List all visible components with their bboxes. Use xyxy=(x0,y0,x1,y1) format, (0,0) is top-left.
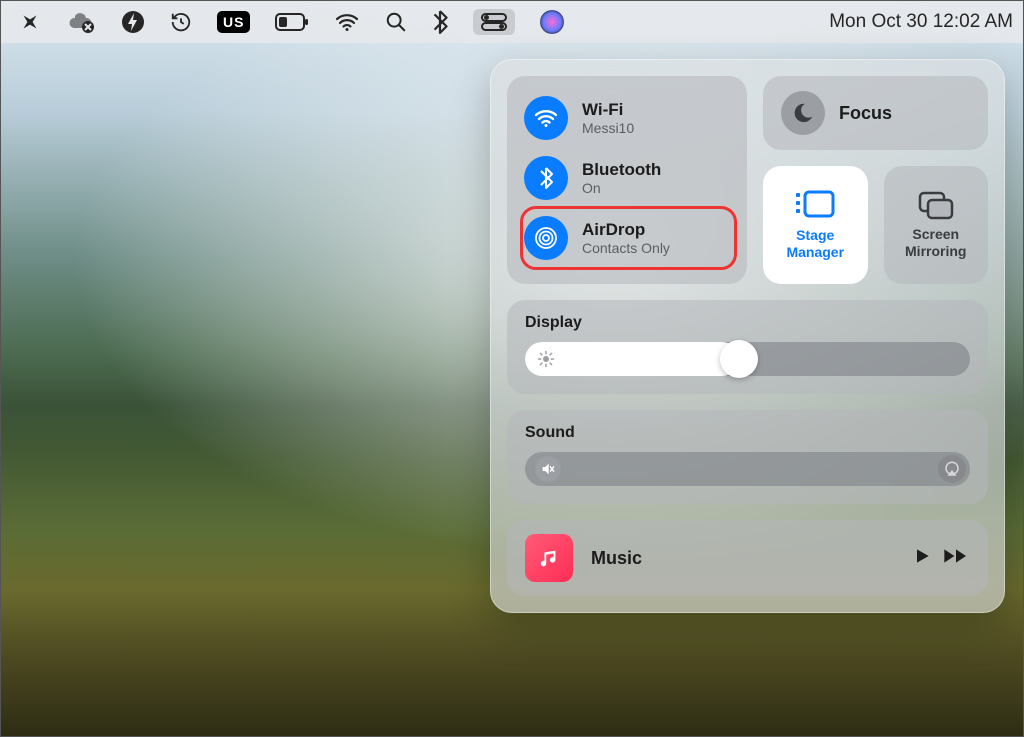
display-card: Display xyxy=(507,300,988,394)
bluetooth-icon xyxy=(524,156,568,200)
spotlight-icon[interactable] xyxy=(385,11,407,33)
stage-manager-label-1: Stage xyxy=(796,227,834,243)
music-title: Music xyxy=(591,548,894,569)
now-playing-card: Music xyxy=(507,520,988,596)
sound-card: Sound xyxy=(507,410,988,504)
play-button[interactable] xyxy=(912,546,932,571)
sound-label: Sound xyxy=(525,424,970,442)
menubar-left: US xyxy=(19,9,564,35)
bluetooth-menubar-icon[interactable] xyxy=(432,10,448,34)
bluetooth-toggle[interactable]: Bluetooth On xyxy=(522,148,735,208)
focus-toggle[interactable]: Focus xyxy=(763,76,988,150)
next-track-button[interactable] xyxy=(942,546,970,571)
airdrop-status: Contacts Only xyxy=(582,240,670,256)
time-machine-icon[interactable] xyxy=(170,11,192,33)
menubar: US Mon Oct 30 12:02 AM xyxy=(1,1,1023,43)
focus-label: Focus xyxy=(839,103,892,124)
bolt-icon[interactable] xyxy=(121,10,145,34)
app-menu-icon[interactable] xyxy=(19,11,41,33)
bluetooth-label: Bluetooth xyxy=(582,160,661,180)
input-source-indicator[interactable]: US xyxy=(217,11,250,33)
screen-mirroring-label-1: Screen xyxy=(912,226,959,242)
mute-icon xyxy=(535,456,561,482)
wifi-menubar-icon[interactable] xyxy=(334,12,360,32)
wifi-toggle[interactable]: Wi-Fi Messi10 xyxy=(522,88,735,148)
connectivity-card: Wi-Fi Messi10 Bluetooth On xyxy=(507,76,747,284)
airdrop-label: AirDrop xyxy=(582,220,670,240)
display-label: Display xyxy=(525,314,970,332)
menubar-clock[interactable]: Mon Oct 30 12:02 AM xyxy=(829,11,1013,33)
battery-icon[interactable] xyxy=(275,13,309,31)
music-app-icon xyxy=(525,534,573,582)
stage-manager-label-2: Manager xyxy=(786,244,844,260)
wifi-icon xyxy=(524,96,568,140)
stage-manager-icon xyxy=(794,189,836,221)
airdrop-toggle[interactable]: AirDrop Contacts Only xyxy=(522,208,735,268)
control-center-panel: Wi-Fi Messi10 Bluetooth On xyxy=(490,59,1005,613)
volume-slider[interactable] xyxy=(525,452,970,486)
wifi-status: Messi10 xyxy=(582,120,634,136)
brightness-thumb[interactable] xyxy=(720,340,758,378)
airdrop-icon xyxy=(524,216,568,260)
stage-manager-button[interactable]: Stage Manager xyxy=(763,166,868,284)
moon-icon xyxy=(781,91,825,135)
screen-mirroring-label-2: Mirroring xyxy=(905,243,966,259)
screen-mirroring-icon xyxy=(917,190,955,220)
screen-mirroring-button[interactable]: Screen Mirroring xyxy=(884,166,989,284)
brightness-slider[interactable] xyxy=(525,342,970,376)
wifi-label: Wi-Fi xyxy=(582,100,634,120)
control-center-menubar-icon[interactable] xyxy=(473,9,515,35)
airplay-audio-button[interactable] xyxy=(938,455,966,483)
sun-icon xyxy=(537,350,555,368)
siri-icon[interactable] xyxy=(540,10,564,34)
cloud-sync-icon[interactable] xyxy=(66,11,96,33)
desktop: US Mon Oct 30 12:02 AM xyxy=(0,0,1024,737)
bluetooth-status: On xyxy=(582,180,661,196)
